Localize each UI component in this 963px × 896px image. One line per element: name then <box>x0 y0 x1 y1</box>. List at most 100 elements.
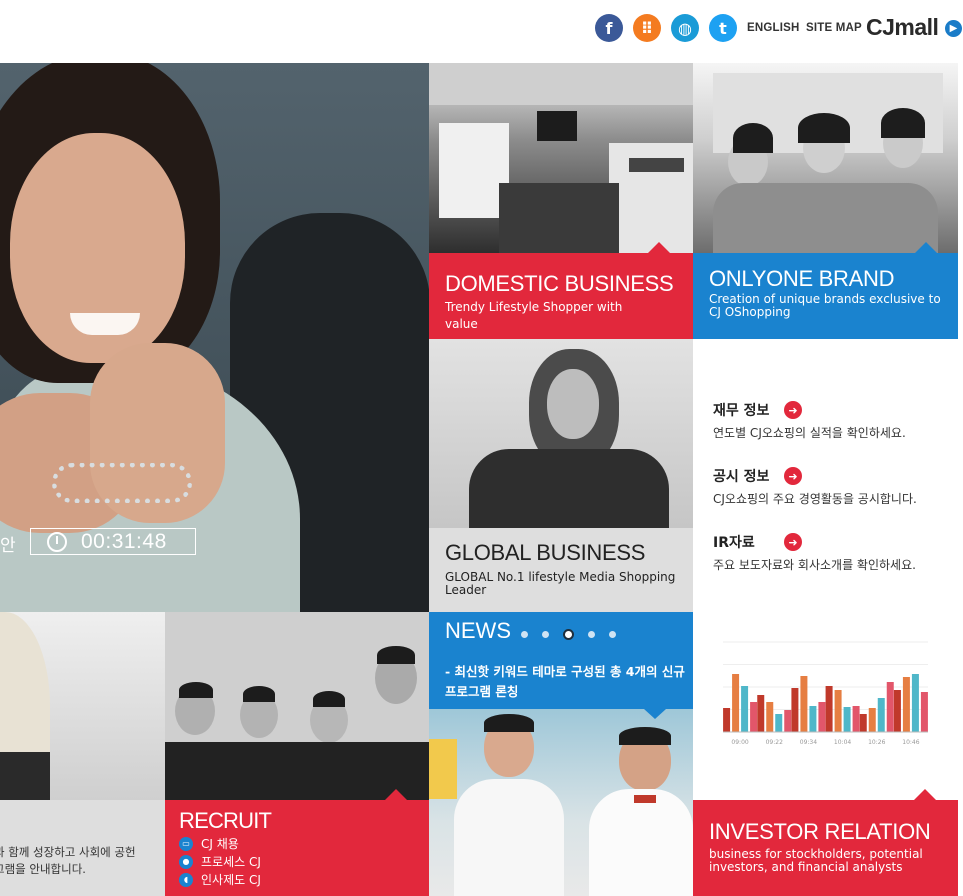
chart-bar <box>834 690 842 732</box>
timer-value: 00:31:48 <box>81 529 167 553</box>
recruit-link-label: CJ 채용 <box>201 837 239 851</box>
recruit-photo[interactable] <box>165 612 429 800</box>
onlyone-brand-title: ONLYONE BRAND <box>709 266 895 291</box>
monitor-icon: ▭ <box>179 836 193 851</box>
chart-bar <box>843 707 851 732</box>
chart-bar <box>757 695 765 732</box>
chart-bar <box>741 686 749 732</box>
disclosure-info-title[interactable]: 공시 정보 <box>713 466 769 486</box>
financial-info-text: 연도별 CJ오쇼핑의 실적을 확인하세요. <box>713 426 906 440</box>
chart-x-tick-label: 09:34 <box>800 739 817 746</box>
clock-icon <box>47 531 67 552</box>
chart-bar <box>902 677 910 732</box>
news-dot[interactable] <box>588 631 595 638</box>
chart-bar <box>732 674 740 732</box>
person-icon: ● <box>179 854 193 869</box>
recruit-link-label: 프로세스 CJ <box>201 855 261 869</box>
globe-icon[interactable]: ◍ <box>671 14 699 42</box>
cj-logo-text: CJ <box>866 14 895 40</box>
news-dot[interactable] <box>542 631 549 638</box>
chart-bar <box>886 682 894 732</box>
chart-x-tick-label: 10:46 <box>902 739 919 746</box>
chart-bar <box>920 692 928 732</box>
global-business-tile[interactable]: GLOBAL BUSINESS GLOBAL No.1 lifestyle Me… <box>429 528 693 612</box>
recruit-link-hr[interactable]: ◖ 인사제도 CJ <box>179 871 261 888</box>
investor-relation-title: INVESTOR RELATION <box>709 819 931 844</box>
chart-bar <box>775 714 783 732</box>
english-link[interactable]: ENGLISH <box>747 22 800 34</box>
onlyone-brand-tile[interactable]: ONLYONE BRAND Creation of unique brands … <box>693 242 958 339</box>
recruit-tile[interactable]: RECRUIT ▭ CJ 채용 ● 프로세스 CJ ◖ 인사제도 CJ <box>165 789 429 896</box>
domestic-business-photo[interactable] <box>429 63 693 253</box>
cjmall-logo[interactable]: CJmall <box>866 14 939 41</box>
chart-bar <box>723 708 731 732</box>
onlyone-brand-photo[interactable] <box>693 63 958 253</box>
domestic-business-tile[interactable]: DOMESTIC BUSINESS Trendy Lifestyle Shopp… <box>429 242 693 339</box>
stock-chart: 09:00 09:22 09:34 10:04 10:26 10:46 <box>693 612 958 800</box>
chart-x-tick-label: 10:04 <box>834 739 851 746</box>
news-headline[interactable]: - 최신핫 키워드 테마로 구성된 총 4개의 신규 프로그램 론칭 <box>445 662 685 702</box>
chart-bar <box>766 702 774 732</box>
stock-chart-svg: 09:00 09:22 09:34 10:04 10:26 10:46 <box>723 641 928 746</box>
investor-relation-tile[interactable]: INVESTOR RELATION business for stockhold… <box>693 789 958 896</box>
recruit-title: RECRUIT <box>179 808 272 833</box>
financial-info-arrow-icon[interactable]: ➜ <box>784 401 802 419</box>
chart-bar <box>911 674 919 732</box>
left-bottom-text: 과 함께 성장하고 사회에 공헌 그램을 안내합니다. <box>0 845 136 876</box>
news-dot-active[interactable] <box>563 629 574 640</box>
chart-bar <box>818 702 826 732</box>
countdown-timer: 00:31:48 <box>30 528 196 555</box>
left-bottom-photo[interactable] <box>0 612 165 800</box>
onlyone-brand-subtitle: Creation of unique brands exclusive to C… <box>709 292 941 319</box>
recruit-link-jobs[interactable]: ▭ CJ 채용 <box>179 835 239 852</box>
chart-bar <box>809 706 817 732</box>
ir-material-text: 주요 보도자료와 회사소개를 확인하세요. <box>713 558 916 572</box>
ir-material-arrow-icon[interactable]: ➜ <box>784 533 802 551</box>
ir-info-panel: 재무 정보 ➜ 연도별 CJ오쇼핑의 실적을 확인하세요. 공시 정보 ➜ CJ… <box>693 339 958 612</box>
chart-x-tick-label: 09:00 <box>731 739 748 746</box>
chart-bar <box>791 688 799 732</box>
domestic-business-subtitle: Trendy Lifestyle Shopper with value <box>445 300 623 331</box>
chart-bar <box>877 698 885 732</box>
timer-label: 안 <box>0 536 16 556</box>
page: f ⠿ ◍ t ENGLISH SITE MAP CJmall ▶ 안 00:3… <box>0 0 963 896</box>
chart-bar <box>784 710 792 732</box>
news-title: NEWS <box>445 618 511 643</box>
recruit-link-label: 인사제도 CJ <box>201 873 261 887</box>
tile-arrow <box>648 242 670 253</box>
news-pagination <box>521 629 616 640</box>
hero-smile-shape <box>70 313 140 335</box>
header: f ⠿ ◍ t ENGLISH SITE MAP CJmall ▶ <box>0 0 963 63</box>
investor-relation-subtitle: business for stockholders, potential inv… <box>709 847 923 874</box>
hero-bracelet-shape <box>52 463 192 503</box>
twitter-icon[interactable]: t <box>709 14 737 42</box>
ir-material-title[interactable]: IR자료 <box>713 532 755 552</box>
chart-bar <box>859 714 867 732</box>
cjmall-go-icon[interactable]: ▶ <box>945 20 962 37</box>
chart-bar <box>868 708 876 732</box>
global-business-subtitle: GLOBAL No.1 lifestyle Media Shopping Lea… <box>445 570 676 597</box>
chart-bar <box>825 686 833 732</box>
global-business-photo[interactable] <box>429 339 693 528</box>
flickr-icon[interactable]: ⠿ <box>633 14 661 42</box>
microphone-icon: ◖ <box>179 872 193 887</box>
sitemap-link[interactable]: SITE MAP <box>806 22 862 34</box>
hero-banner[interactable]: 안 00:31:48 <box>0 63 429 612</box>
left-bottom-tile[interactable]: 과 함께 성장하고 사회에 공헌 그램을 안내합니다. <box>0 800 165 896</box>
recruit-link-process[interactable]: ● 프로세스 CJ <box>179 853 261 870</box>
chart-bar <box>852 706 860 732</box>
disclosure-info-arrow-icon[interactable]: ➜ <box>784 467 802 485</box>
domestic-business-title: DOMESTIC BUSINESS <box>445 271 674 296</box>
news-photo[interactable] <box>429 709 693 896</box>
chart-x-tick-label: 09:22 <box>766 739 783 746</box>
tile-arrow <box>385 789 407 800</box>
news-panel[interactable]: NEWS - 최신핫 키워드 테마로 구성된 총 4개의 신규 프로그램 론칭 <box>429 612 693 709</box>
chart-bar <box>750 702 758 732</box>
chart-bar <box>893 690 901 732</box>
global-business-title: GLOBAL BUSINESS <box>445 540 646 565</box>
financial-info-title[interactable]: 재무 정보 <box>713 400 769 420</box>
facebook-icon[interactable]: f <box>595 14 623 42</box>
news-dot[interactable] <box>609 631 616 638</box>
news-dot[interactable] <box>521 631 528 638</box>
tile-arrow <box>914 789 936 800</box>
